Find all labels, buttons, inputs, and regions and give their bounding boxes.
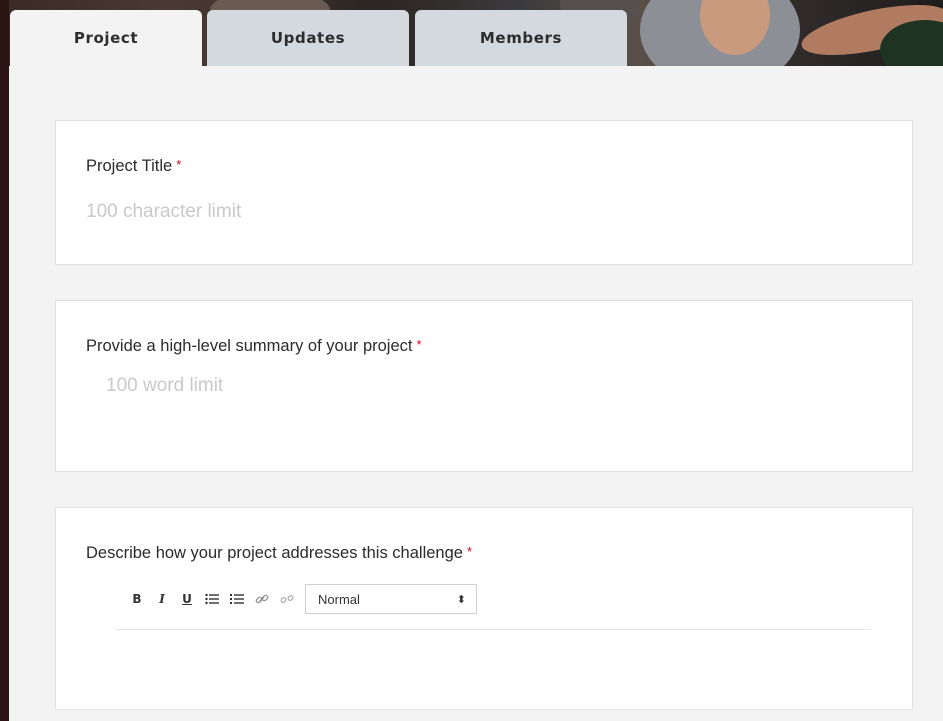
summary-label: Provide a high-level summary of your pro…: [86, 337, 422, 355]
challenge-label: Describe how your project addresses this…: [86, 544, 473, 562]
format-select-value: Normal: [318, 591, 360, 607]
unlink-icon[interactable]: [276, 588, 298, 610]
summary-textarea[interactable]: [106, 375, 866, 435]
underline-button[interactable]: U: [176, 588, 198, 610]
ordered-list-icon[interactable]: [226, 588, 248, 610]
format-select[interactable]: Normal ⬍: [305, 584, 477, 614]
italic-button[interactable]: I: [151, 588, 173, 610]
link-icon[interactable]: [251, 588, 273, 610]
select-arrows-icon: ⬍: [456, 593, 466, 606]
bullet-list-icon[interactable]: [201, 588, 223, 610]
required-asterisk: *: [466, 544, 473, 559]
challenge-card: Describe how your project addresses this…: [55, 507, 913, 710]
page-left-border: [0, 0, 9, 721]
required-asterisk: *: [176, 157, 182, 172]
tab-project[interactable]: Project: [10, 10, 202, 66]
project-title-card: Project Title *: [55, 120, 913, 265]
required-asterisk: *: [416, 337, 422, 352]
summary-card: Provide a high-level summary of your pro…: [55, 300, 913, 472]
toolbar-divider: [116, 629, 871, 630]
rich-text-toolbar: B I U Normal ⬍: [126, 584, 477, 614]
project-title-input[interactable]: [86, 197, 866, 227]
tab-members[interactable]: Members: [415, 10, 627, 66]
challenge-editor[interactable]: [116, 631, 871, 701]
bold-button[interactable]: B: [126, 588, 148, 610]
project-title-label: Project Title *: [86, 157, 182, 175]
tab-updates[interactable]: Updates: [207, 10, 409, 66]
